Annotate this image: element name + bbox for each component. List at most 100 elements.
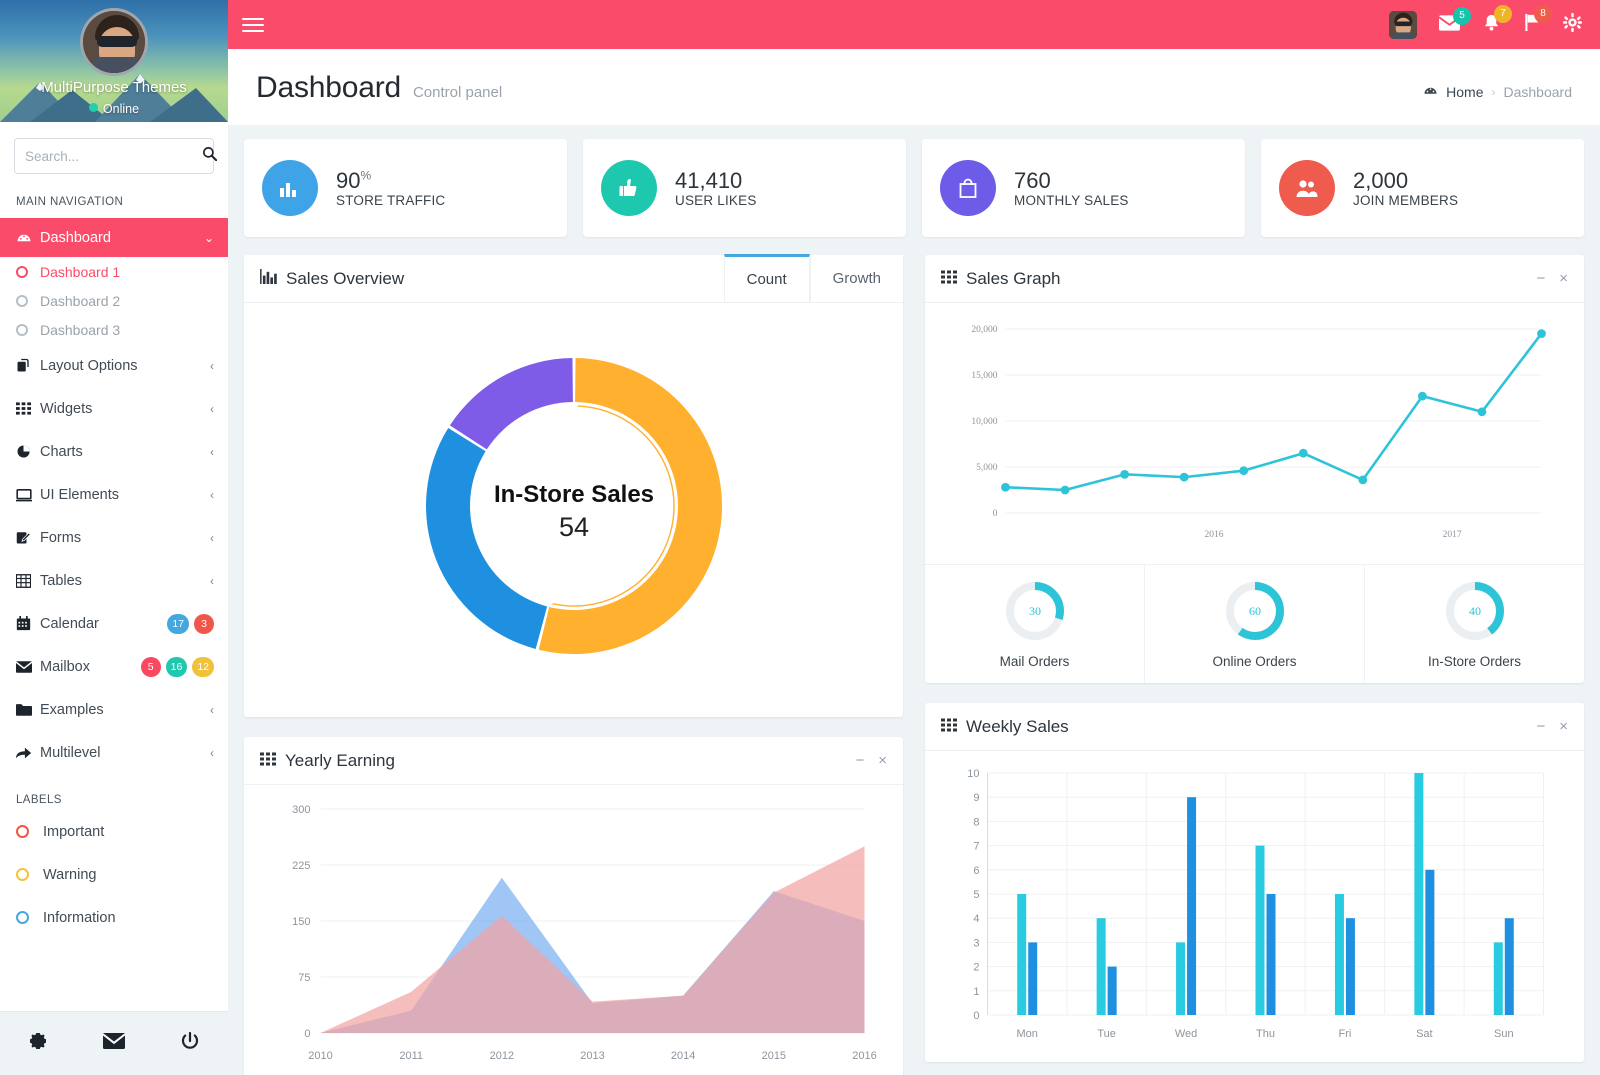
chevron-left-icon: ‹ [210,487,214,502]
sidebar-item-calendar[interactable]: Calendar 17 3 [0,602,228,645]
panel-yearly-earning-body: 0 75 150 225 300 2010 2011 2012 2013 2014 2015 2016 [244,785,903,1075]
content-area: 90% STORE TRAFFIC 41,410 USER LIKES 760 … [228,125,1600,1075]
sidebar-item-layout-options-label: Layout Options [40,357,138,374]
tab-count[interactable]: Count [723,254,810,302]
notifications-badge: 7 [1494,5,1512,23]
topbar-actions: 5 7 8 [1389,5,1582,39]
minimize-icon[interactable]: − [855,753,864,768]
sidebar-item-layout-options[interactable]: Layout Options ‹ [0,344,228,387]
sidebar-subitem-dashboard-2[interactable]: Dashboard 2 [0,286,228,315]
svg-text:6: 6 [973,865,979,877]
sidebar-avatar[interactable] [80,8,148,76]
panel-sales-graph-tools: − × [1536,271,1568,286]
svg-text:2014: 2014 [671,1050,695,1062]
svg-text:300: 300 [292,804,310,816]
topbar-avatar[interactable] [1389,10,1417,39]
infobox-user-likes[interactable]: 41,410 USER LIKES [583,139,906,237]
chevron-left-icon: ‹ [210,702,214,717]
envelope-icon[interactable] [102,1032,126,1055]
tab-growth[interactable]: Growth [809,255,903,302]
app-root: MultiPurpose Themes Online MAIN NAVIGATI… [0,0,1600,1075]
sidebar-subitem-dashboard-2-label: Dashboard 2 [40,292,121,309]
panel-weekly-sales: Weekly Sales − × 0 1 2 3 4 5 6 7 8 9 10 Mon Tue Wed Th… [925,703,1584,1062]
breadcrumb-separator: › [1491,84,1496,99]
tasks-button[interactable]: 8 [1523,5,1552,36]
sidebar-item-tables[interactable]: Tables ‹ [0,559,228,602]
search-box[interactable] [14,138,218,174]
svg-text:2010: 2010 [308,1050,332,1062]
area-chart[interactable]: 0 75 150 225 300 2010 2011 2012 2013 2014 2015 2016 [252,795,895,1075]
infobox-monthly-sales[interactable]: 760 MONTHLY SALES [922,139,1245,237]
sales-overview-tabs: Count Growth [723,254,903,302]
sidebar-item-examples[interactable]: Examples ‹ [0,688,228,731]
sidebar-search [0,122,228,180]
sidebar-item-dashboard[interactable]: Dashboard ⌄ [0,218,228,257]
close-icon[interactable]: × [878,753,887,768]
infobox-store-traffic[interactable]: 90% STORE TRAFFIC [244,139,567,237]
messages-button[interactable]: 5 [1438,6,1471,35]
left-column: Sales Overview Count Growth In-Store Sal… [244,254,903,1075]
settings-button[interactable] [1563,13,1582,36]
bar-chart[interactable]: 0 1 2 3 4 5 6 7 8 9 10 Mon Tue Wed Thu Fri Sat Sun [935,761,1574,1056]
minimize-icon[interactable]: − [1536,271,1545,286]
grid-icon [941,717,957,737]
donut-chart[interactable]: In-Store Sales 54 [260,321,887,691]
panel-sales-graph-header: Sales Graph − × [925,255,1584,303]
table-icon [16,573,40,588]
svg-text:0: 0 [993,509,998,519]
panel-yearly-earning-title: Yearly Earning [260,751,395,771]
svg-text:2: 2 [973,962,979,974]
sidebar-label-warning[interactable]: Warning [0,853,228,896]
infobox-join-members[interactable]: 2,000 JOIN MEMBERS [1261,139,1584,237]
grid-icon [941,269,957,289]
sidebar-subitem-dashboard-3[interactable]: Dashboard 3 [0,315,228,344]
envelope-icon [16,660,40,673]
search-icon[interactable] [202,146,218,166]
sidebar-item-mailbox[interactable]: Mailbox 5 16 12 [0,645,228,688]
sidebar-item-forms[interactable]: Forms ‹ [0,516,228,559]
chevron-left-icon: ‹ [210,401,214,416]
gear-icon[interactable] [28,1031,48,1057]
gauge-mail-orders[interactable]: 30 Mail Orders [925,565,1145,683]
shopping-bag-icon [940,160,996,216]
sidebar-subitem-dashboard-1[interactable]: Dashboard 1 [0,257,228,286]
svg-text:10: 10 [967,768,979,780]
sidebar-item-widgets-label: Widgets [40,400,93,417]
sidebar-item-widgets[interactable]: Widgets ‹ [0,387,228,430]
svg-text:0: 0 [973,1010,979,1022]
breadcrumb-home[interactable]: Home [1446,84,1483,100]
infobox-value: 760 [1014,167,1051,193]
notifications-button[interactable]: 7 [1482,5,1512,36]
svg-text:2013: 2013 [580,1050,604,1062]
minimize-icon[interactable]: − [1536,719,1545,734]
bar-chart-icon [260,268,277,289]
gauge-label: In-Store Orders [1427,654,1522,669]
badge-mailbox-3: 12 [192,656,214,677]
sidebar-label-information[interactable]: Information [0,896,228,939]
svg-text:40: 40 [1469,604,1481,618]
infobox-caption: STORE TRAFFIC [336,193,446,209]
line-chart[interactable]: 0 5,000 10,000 15,000 20,000 2016 2017 [935,315,1574,560]
sidebar-status: Online [0,102,228,116]
panel-sales-graph-title: Sales Graph [941,269,1061,289]
panel-weekly-sales-header: Weekly Sales − × [925,703,1584,751]
gauge-online-orders[interactable]: 60 Online Orders [1145,565,1365,683]
tasks-badge: 8 [1534,5,1552,23]
close-icon[interactable]: × [1559,719,1568,734]
sidebar-label-information-text: Information [43,909,116,926]
sidebar-item-charts[interactable]: Charts ‹ [0,430,228,473]
power-icon[interactable] [180,1031,200,1057]
edit-icon [16,530,40,545]
grid-icon [16,402,40,415]
sidebar-item-ui-elements[interactable]: UI Elements ‹ [0,473,228,516]
online-dot-icon [88,103,98,112]
gauge-instore-orders[interactable]: 40 In-Store Orders [1365,565,1584,683]
close-icon[interactable]: × [1559,271,1568,286]
sidebar-label-important[interactable]: Important [0,810,228,853]
search-input[interactable] [25,148,202,164]
svg-text:2012: 2012 [490,1050,514,1062]
svg-text:In-Store Sales: In-Store Sales [493,481,653,508]
main-area: 5 7 8 Dashboard Control panel Home › Das… [228,0,1600,1075]
sidebar-item-multilevel[interactable]: Multilevel ‹ [0,731,228,774]
hamburger-icon[interactable] [242,14,264,36]
